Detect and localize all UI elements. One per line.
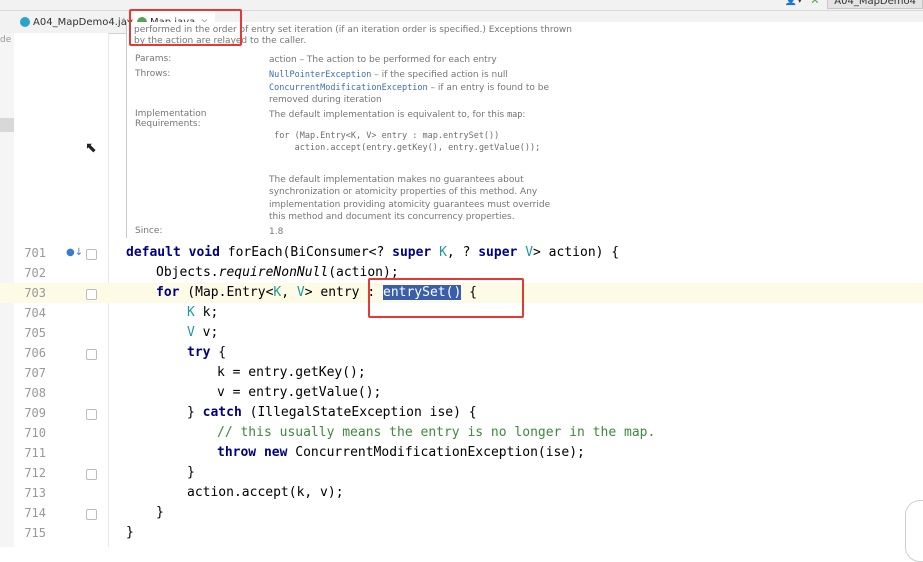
doc-code-sample: for (Map.Entry<K, V> entry : map.entrySe…	[269, 130, 500, 141]
doc-text: – if the specified action is null	[371, 70, 508, 80]
user-icon[interactable]: 👤▾	[785, 0, 802, 6]
code-comment: // this usually means the entry is no lo…	[217, 425, 656, 440]
fold-marker[interactable]	[86, 409, 97, 420]
run-config-selector[interactable]: A04_MapDemo4	[827, 0, 923, 9]
line-number: 707	[24, 366, 46, 380]
doc-impl-row: Implementation Requirements: The default…	[135, 109, 589, 224]
code-line[interactable]: 707 k = entry.getKey();	[0, 363, 923, 383]
doc-code-sample: action.accept(entry.getKey(), entry.getV…	[269, 142, 541, 153]
code-text: }	[156, 505, 164, 520]
line-number: 712	[24, 466, 46, 480]
code-text: default void forEach(BiConsumer<? super …	[126, 245, 620, 260]
doc-code: map	[507, 110, 523, 120]
code-line[interactable]: 710 // this usually means the entry is n…	[0, 423, 923, 443]
doc-text: :	[522, 110, 526, 120]
toolbar-right: 👤▾ ⚒ A04_MapDemo4	[785, 0, 923, 10]
annotation-box-tab	[129, 9, 242, 46]
doc-link[interactable]: ConcurrentModificationException	[269, 83, 428, 93]
code-text: V v;	[187, 325, 219, 340]
java-class-icon	[20, 17, 30, 27]
doc-since-label: Since:	[135, 226, 163, 236]
line-number: 705	[24, 326, 46, 340]
doc-since-row: Since: 1.8	[135, 226, 569, 239]
scroll-thumb[interactable]	[905, 500, 923, 562]
code-line[interactable]: 713 action.accept(k, v);	[0, 483, 923, 503]
doc-impl-value: The default implementation is equivalent…	[269, 109, 589, 224]
line-number: 704	[24, 306, 46, 320]
code-text: v = entry.getValue();	[217, 385, 382, 400]
line-number: 713	[24, 486, 46, 500]
code-line[interactable]: 715 }	[0, 523, 923, 543]
line-number: 701	[24, 246, 46, 260]
code-text: k = entry.getKey();	[217, 365, 366, 380]
code-line[interactable]: 709 } catch (IllegalStateException ise) …	[0, 403, 923, 423]
doc-impl-note: The default implementation makes no guar…	[269, 174, 551, 223]
line-number: 715	[24, 526, 46, 540]
doc-border	[126, 22, 127, 238]
side-strip-text: de	[0, 35, 12, 45]
line-number: 709	[24, 406, 46, 420]
doc-link[interactable]: NullPointerException	[269, 70, 371, 80]
doc-params-row: Params: action – The action to be perfor…	[135, 54, 569, 67]
code-text: K k;	[187, 305, 219, 320]
doc-text: The default implementation is equivalent…	[269, 110, 508, 120]
doc-throws-row: Throws: NullPointerException – if the sp…	[135, 69, 569, 107]
code-line[interactable]: 705 V v;	[0, 323, 923, 343]
annotation-box-entryset	[368, 278, 524, 318]
line-number: 708	[24, 386, 46, 400]
line-number: 714	[24, 506, 46, 520]
code-text: } catch (IllegalStateException ise) {	[187, 405, 477, 420]
code-line[interactable]: 711 throw new ConcurrentModificationExce…	[0, 443, 923, 463]
code-line[interactable]: 701 default void forEach(BiConsumer<? su…	[0, 243, 923, 263]
quick-documentation: performed in the order of entry set iter…	[126, 22, 923, 238]
doc-throws-value: NullPointerException – if the specified …	[269, 69, 569, 107]
doc-since-value: 1.8	[269, 227, 284, 237]
fold-marker[interactable]	[86, 289, 97, 300]
mouse-cursor-icon: ⬉	[85, 140, 97, 156]
line-number: 702	[24, 266, 46, 280]
fold-marker[interactable]	[86, 249, 97, 260]
fold-marker[interactable]	[86, 509, 97, 520]
side-strip-marker[interactable]	[0, 118, 14, 132]
code-text: }	[126, 525, 134, 540]
doc-throws-label: Throws:	[135, 69, 171, 79]
code-text: try {	[187, 345, 227, 360]
code-line[interactable]: 706 try {	[0, 343, 923, 363]
fold-marker[interactable]	[86, 349, 97, 360]
code-text: throw new ConcurrentModificationExceptio…	[217, 445, 585, 460]
code-text: Objects.requireNonNull(action);	[156, 265, 399, 280]
code-text: action.accept(k, v);	[187, 485, 344, 500]
code-line[interactable]: 708 v = entry.getValue();	[0, 383, 923, 403]
code-text: }	[187, 465, 195, 480]
line-number: 703	[24, 286, 46, 300]
override-method-icon[interactable]: ●↓	[66, 247, 83, 258]
doc-params-value: action – The action to be performed for …	[269, 55, 497, 65]
build-icon[interactable]: ⚒	[810, 0, 819, 6]
code-line[interactable]: 714 }	[0, 503, 923, 523]
code-line[interactable]: 712 }	[0, 463, 923, 483]
doc-params-label: Params:	[135, 54, 172, 64]
doc-impl-label: Implementation Requirements:	[135, 109, 207, 129]
line-number: 706	[24, 346, 46, 360]
line-number: 710	[24, 426, 46, 440]
line-number: 711	[24, 446, 46, 460]
fold-marker[interactable]	[86, 469, 97, 480]
